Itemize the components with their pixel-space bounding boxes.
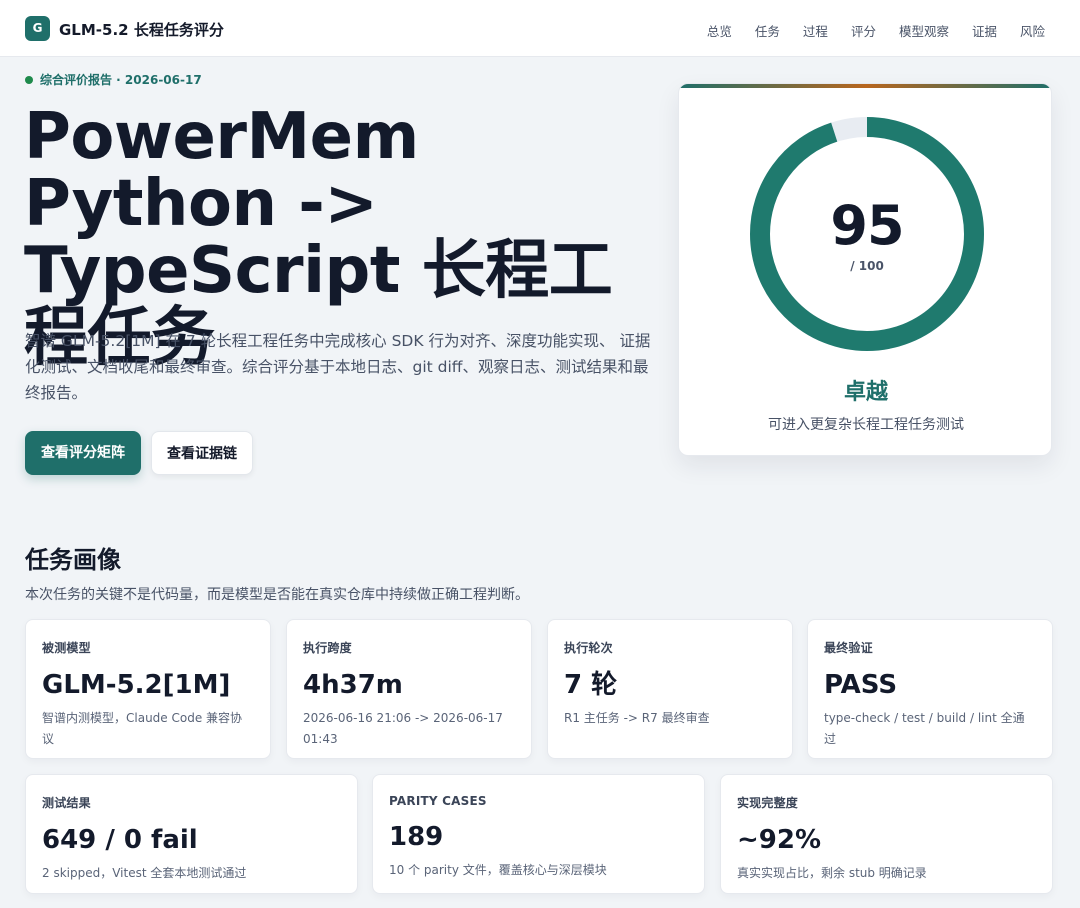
stat-card-label: PARITY CASES xyxy=(389,794,487,808)
nav-item-evidence[interactable]: 证据 xyxy=(972,21,997,40)
stat-card-value: 649 / 0 fail xyxy=(42,825,198,855)
hero-description: 智谱 GLM-5.2[1M] 在 7 轮长程工程任务中完成核心 SDK 行为对齐… xyxy=(25,332,651,402)
stat-card-model: 被测模型 GLM-5.2[1M] 智谱内测模型，Claude Code 兼容协议 xyxy=(25,619,271,759)
status-dot-icon xyxy=(25,75,33,84)
stat-card-value: 189 xyxy=(389,822,444,852)
report-eyebrow-text: 综合评价报告 · 2026-06-17 xyxy=(40,73,202,87)
stat-card-label: 最终验证 xyxy=(824,641,873,655)
score-grade: 卓越 xyxy=(843,380,888,405)
stat-card-value: 7 轮 xyxy=(564,670,618,700)
view-evidence-chain-button[interactable]: 查看证据链 xyxy=(151,431,253,475)
nav-item-risk[interactable]: 风险 xyxy=(1020,21,1045,40)
stat-card-tests: 测试结果 649 / 0 fail 2 skipped，Vitest 全套本地测… xyxy=(25,774,358,894)
top-navbar: G GLM-5.2 长程任务评分 总览 任务 过程 评分 模型观察 证据 风险 xyxy=(0,0,1080,57)
stat-card-duration: 执行跨度 4h37m 2026-06-16 21:06 -> 2026-06-1… xyxy=(286,619,532,759)
stat-card-completeness: 实现完整度 ~92% 真实实现占比，剩余 stub 明确记录 xyxy=(720,774,1053,894)
brand-name[interactable]: GLM-5.2 长程任务评分 xyxy=(59,19,224,40)
stat-card-value: GLM-5.2[1M] xyxy=(42,670,231,700)
stat-card-label: 被测模型 xyxy=(42,641,91,655)
nav-item-process[interactable]: 过程 xyxy=(803,21,828,40)
stat-card-note: 10 个 parity 文件，覆盖核心与深层模块 xyxy=(389,863,607,877)
stat-card-label: 实现完整度 xyxy=(737,796,799,810)
stat-card-value: PASS xyxy=(824,670,898,700)
stat-card-note: 2 skipped，Vitest 全套本地测试通过 xyxy=(42,866,247,880)
score-value: 95 xyxy=(830,194,904,257)
stat-card-note: R1 主任务 -> R7 最终审查 xyxy=(564,711,710,725)
main-nav: 总览 任务 过程 评分 模型观察 证据 风险 xyxy=(684,21,1045,40)
score-denominator: / 100 xyxy=(850,259,884,273)
stat-card-note: type-check / test / build / lint 全通过 xyxy=(824,711,1025,746)
score-grade-description: 可进入更复杂长程工程任务测试 xyxy=(768,417,964,433)
nav-item-overview[interactable]: 总览 xyxy=(707,21,732,40)
score-ring: 95 / 100 xyxy=(747,114,987,354)
stat-card-verification: 最终验证 PASS type-check / test / build / li… xyxy=(807,619,1053,759)
nav-item-task[interactable]: 任务 xyxy=(755,21,780,40)
stat-card-note: 智谱内测模型，Claude Code 兼容协议 xyxy=(42,711,243,746)
stat-card-value: ~92% xyxy=(737,825,822,855)
stat-card-label: 测试结果 xyxy=(42,796,91,810)
stat-card-label: 执行跨度 xyxy=(303,641,352,655)
stat-card-label: 执行轮次 xyxy=(564,641,613,655)
brand-logo-icon[interactable]: G xyxy=(25,16,50,41)
stat-card-note: 真实实现占比，剩余 stub 明确记录 xyxy=(737,866,927,880)
section-title: 任务画像 xyxy=(25,546,121,574)
stat-card-parity-cases: PARITY CASES 189 10 个 parity 文件，覆盖核心与深层模… xyxy=(372,774,705,894)
stat-card-rounds: 执行轮次 7 轮 R1 主任务 -> R7 最终审查 xyxy=(547,619,793,759)
report-eyebrow: 综合评价报告 · 2026-06-17 xyxy=(25,71,202,88)
nav-item-scoring[interactable]: 评分 xyxy=(851,21,876,40)
score-card: 95 / 100 卓越 可进入更复杂长程工程任务测试 xyxy=(678,83,1052,456)
view-score-matrix-button[interactable]: 查看评分矩阵 xyxy=(25,431,141,475)
nav-item-model-observation[interactable]: 模型观察 xyxy=(899,21,949,40)
stat-card-note: 2026-06-16 21:06 -> 2026-06-17 01:43 xyxy=(303,711,503,746)
stat-card-value: 4h37m xyxy=(303,670,403,700)
score-card-accent-bar xyxy=(679,84,1051,88)
section-subtitle: 本次任务的关键不是代码量，而是模型是否能在真实仓库中持续做正确工程判断。 xyxy=(25,587,529,603)
